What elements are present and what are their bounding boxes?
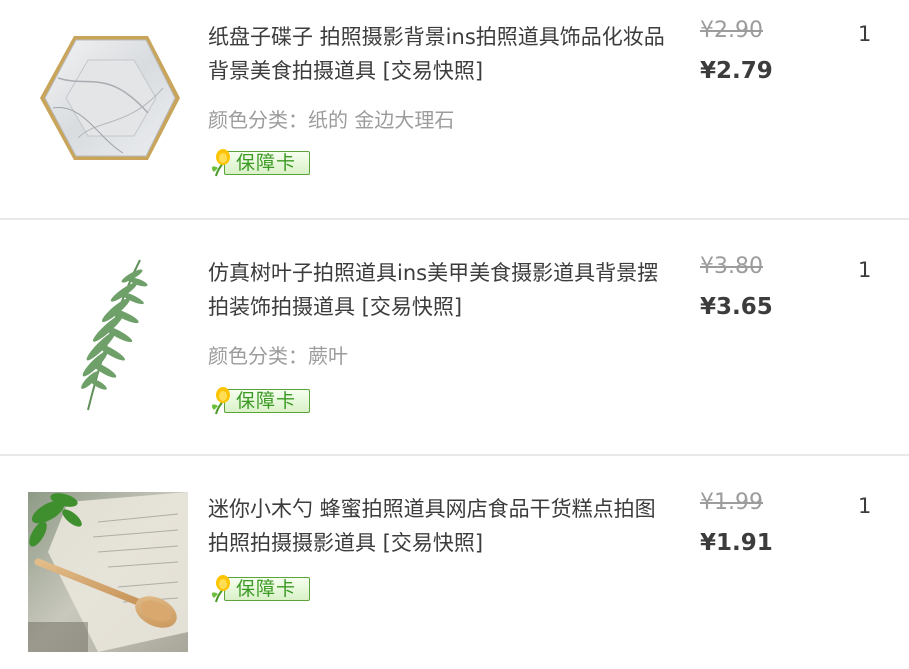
quantity: 1 <box>858 494 872 518</box>
sku-value: 纸的 金边大理石 <box>308 108 455 132</box>
product-title[interactable]: 纸盘子碟子 拍照摄影背景ins拍照道具饰品化妆品背景美食拍摄道具 [交易快照] <box>208 20 668 88</box>
sku-info: 颜色分类：蕨叶 <box>208 340 348 369</box>
flower-icon <box>211 149 230 177</box>
sku-info: 颜色分类：纸的 金边大理石 <box>208 104 454 133</box>
sku-label: 颜色分类： <box>208 344 308 368</box>
product-title[interactable]: 迷你小木勺 蜂蜜拍照道具网店食品干货糕点拍图拍照拍摄摄影道具 [交易快照] <box>208 492 668 560</box>
quantity: 1 <box>858 258 872 282</box>
current-price: ¥2.79 <box>700 58 773 84</box>
flower-icon <box>211 387 230 415</box>
wooden-spoon-photo-icon <box>28 492 188 652</box>
sku-label: 颜色分类： <box>208 108 308 132</box>
current-price: ¥1.91 <box>700 530 773 556</box>
sku-value: 蕨叶 <box>308 344 348 368</box>
guarantee-card-badge[interactable]: 保障卡 <box>208 148 312 178</box>
order-item-2: 仿真树叶子拍照道具ins美甲美食摄影道具背景摆拍装饰拍摄道具 [交易快照] 颜色… <box>0 220 909 454</box>
quantity: 1 <box>858 22 872 46</box>
guarantee-card-badge[interactable]: 保障卡 <box>208 574 312 604</box>
product-thumbnail[interactable] <box>28 492 188 652</box>
guarantee-card-badge[interactable]: 保障卡 <box>208 386 312 416</box>
badge-label: 保障卡 <box>236 390 297 412</box>
product-title[interactable]: 仿真树叶子拍照道具ins美甲美食摄影道具背景摆拍装饰拍摄道具 [交易快照] <box>208 256 668 324</box>
original-price: ¥3.80 <box>700 254 763 279</box>
original-price: ¥1.99 <box>700 490 763 515</box>
order-item-1: 纸盘子碟子 拍照摄影背景ins拍照道具饰品化妆品背景美食拍摄道具 [交易快照] … <box>0 0 909 218</box>
current-price: ¥3.65 <box>700 294 773 320</box>
product-thumbnail[interactable] <box>28 18 188 178</box>
flower-icon <box>211 575 230 603</box>
order-item-3: 迷你小木勺 蜂蜜拍照道具网店食品干货糕点拍图拍照拍摄摄影道具 [交易快照] 保障… <box>0 456 909 669</box>
badge-label: 保障卡 <box>236 578 297 600</box>
product-thumbnail[interactable] <box>28 254 188 414</box>
original-price: ¥2.90 <box>700 18 763 43</box>
fern-leaf-icon <box>81 259 148 411</box>
badge-label: 保障卡 <box>236 152 297 174</box>
hexagon-marble-plate-icon <box>40 36 180 160</box>
